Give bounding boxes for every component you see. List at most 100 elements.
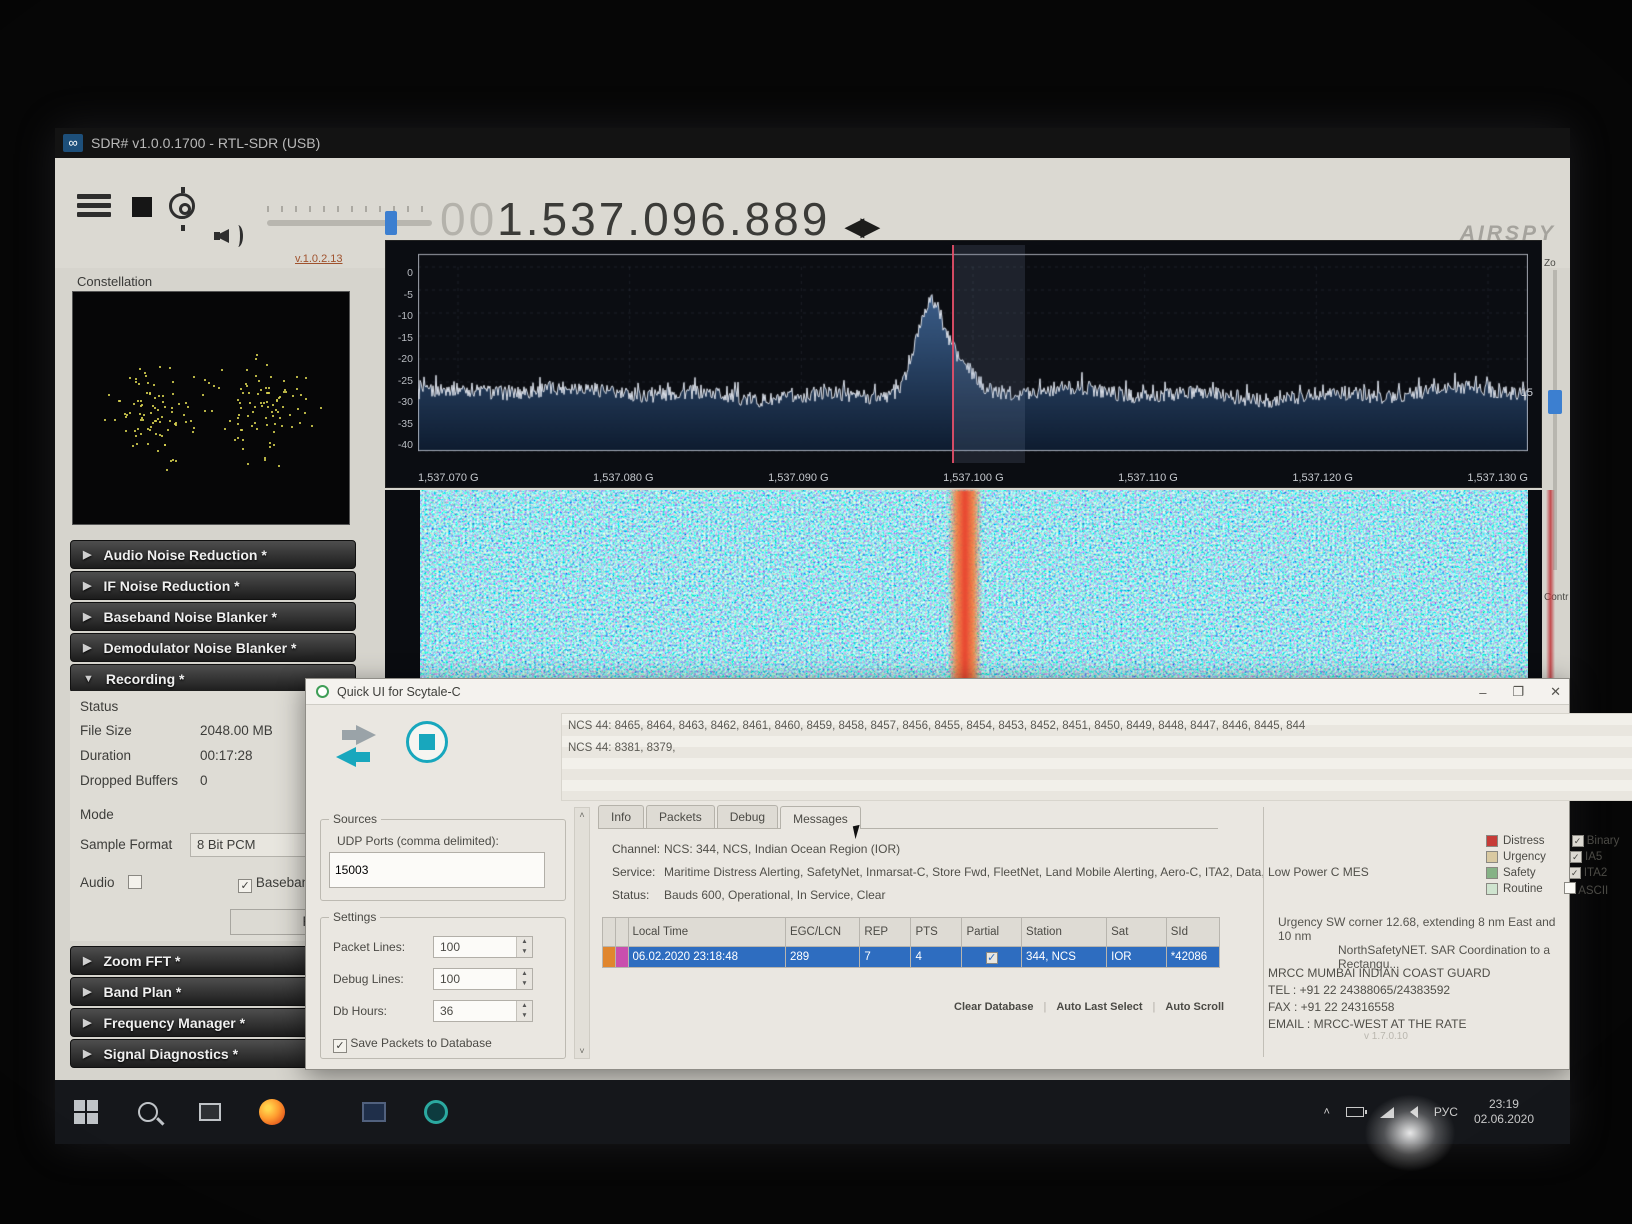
monitor-photo: ∞ SDR# v1.0.0.1700 - RTL-SDR (USB) ❐ 001… [0,0,1632,1224]
cell-pts: 4 [911,947,962,968]
scroll-up-icon[interactable]: ˄ [575,810,589,820]
plugin-version-link[interactable]: v.1.0.2.13 [295,253,343,265]
settings-group: Settings Packet Lines: 100▲▼ Debug Lines… [320,917,566,1059]
sources-group-label: Sources [329,812,381,826]
network-icon[interactable] [1380,1107,1394,1118]
swap-arrows-icon[interactable] [334,723,378,769]
zoom-slider-thumb[interactable] [1548,390,1562,414]
clear-database-button[interactable]: Clear Database [954,1001,1034,1013]
tab-messages[interactable]: Messages [780,806,861,829]
scrollbar[interactable]: ˄ ˅ [574,807,590,1059]
tuning-cursor[interactable] [952,245,954,463]
col-partial[interactable]: Partial [962,918,1022,947]
panel-baseband-noise-blanker[interactable]: ▶Baseband Noise Blanker * [70,602,356,631]
menu-icon[interactable] [77,190,111,224]
taskbar: ˄ РУС 23:19 02.06.2020 [55,1080,1570,1144]
col-local-time[interactable]: Local Time [628,918,785,947]
start-button[interactable] [55,1080,117,1144]
mode-label: Mode [80,807,114,822]
gear-icon[interactable] [169,193,195,219]
col-egc-lcn[interactable]: EGC/LCN [785,918,859,947]
taskbar-firefox[interactable] [241,1080,303,1144]
screen: ∞ SDR# v1.0.0.1700 - RTL-SDR (USB) ❐ 001… [55,128,1570,1144]
sample-format-label: Sample Format [80,837,172,852]
col-rep[interactable]: REP [860,918,911,947]
routine-label: Routine [1503,883,1543,895]
taskbar-window-app[interactable] [343,1080,405,1144]
volume-slider-thumb[interactable] [385,211,397,235]
panel-label: Frequency Manager * [103,1015,245,1031]
baseband-checkbox[interactable]: ✓ [238,879,252,893]
tab-info[interactable]: Info [598,805,644,828]
freq-tick: 1,537.080 G [593,472,654,484]
col-station[interactable]: Station [1022,918,1107,947]
ncs-line: NCS 44: 8465, 8464, 8463, 8462, 8461, 84… [568,716,1632,738]
save-packets-row: ✓ Save Packets to Database [333,1036,492,1053]
message-headline-line1: Urgency SW corner 12.68, extending 8 nm … [1278,915,1566,943]
scytale-maximize-button[interactable]: ❐ [1512,684,1524,700]
auto-last-select-button[interactable]: Auto Last Select [1056,1001,1142,1013]
speaker-icon[interactable] [1410,1106,1418,1118]
db-hours-label: Db Hours: [333,1004,387,1018]
language-indicator[interactable]: РУС [1434,1105,1458,1119]
auto-scroll-button[interactable]: Auto Scroll [1165,1001,1224,1013]
taskbar-search-button[interactable] [117,1080,179,1144]
panel-if-noise-reduction[interactable]: ▶IF Noise Reduction * [70,571,356,600]
debug-lines-spinner[interactable]: 100▲▼ [433,968,533,990]
ascii-checkbox[interactable] [1564,882,1576,894]
col-sat[interactable]: Sat [1107,918,1167,947]
db-tick: -40 [398,439,413,451]
task-view-button[interactable] [179,1080,241,1144]
tab-debug[interactable]: Debug [717,805,778,828]
panel-audio-noise-reduction[interactable]: ▶Audio Noise Reduction * [70,540,356,569]
ia5-checkbox[interactable]: ✓ [1570,851,1582,863]
dropped-buffers-label: Dropped Buffers [80,773,178,788]
audio-checkbox[interactable] [128,875,142,889]
table-row[interactable]: 06.02.2020 23:18:48 289 7 4 ✓ 344, NCS I… [603,947,1220,968]
udp-ports-label: UDP Ports (comma delimited): [337,834,499,848]
partial-checkbox: ✓ [986,952,998,964]
ita2-checkbox[interactable]: ✓ [1569,867,1581,879]
tray-chevron-icon[interactable]: ˄ [1323,1106,1329,1118]
panel-label: Audio Noise Reduction * [103,547,266,563]
constellation-label: Constellation [77,274,152,289]
battery-icon[interactable] [1346,1107,1364,1117]
mouse-cursor [853,824,867,839]
scytale-minimize-button[interactable]: – [1479,685,1486,700]
tuning-bandwidth-band[interactable] [953,245,1025,463]
save-packets-checkbox[interactable]: ✓ [333,1039,347,1053]
packet-lines-spinner[interactable]: 100▲▼ [433,936,533,958]
stop-capture-icon[interactable] [406,721,448,763]
collapsed-arrow-icon: ▶ [83,1016,91,1029]
binary-checkbox[interactable]: ✓ [1572,835,1584,847]
urgency-label: Urgency [1503,851,1546,863]
col-sid[interactable]: SId [1166,918,1219,947]
panel-demodulator-noise-blanker[interactable]: ▶Demodulator Noise Blanker * [70,633,356,662]
stop-button[interactable] [125,190,159,224]
ncs-frequency-list[interactable]: NCS 44: 8465, 8464, 8463, 8462, 8461, 84… [561,713,1632,801]
frequency-display[interactable]: 001.537.096.889◀▶ [440,192,876,246]
db-hours-spinner[interactable]: 36▲▼ [433,1000,533,1022]
scytale-close-button[interactable]: ✕ [1550,684,1561,700]
volume-slider[interactable] [267,220,432,226]
tab-packets[interactable]: Packets [646,805,715,828]
message-body[interactable]: MRCC MUMBAI INDIAN COAST GUARD TEL : +91… [1268,965,1568,1033]
spectrum-display[interactable]: 0 -5 -10 -15 -20 -25 -30 -35 -40 15 1,53… [385,240,1542,488]
panel-label: Zoom FFT * [103,953,180,969]
col-pts[interactable]: PTS [911,918,962,947]
udp-ports-input[interactable] [329,852,545,888]
frequency-tune-arrows[interactable]: ◀▶ [844,211,876,241]
spinner-arrows[interactable]: ▲▼ [516,937,532,957]
taskbar-clock[interactable]: 23:19 02.06.2020 [1474,1097,1534,1127]
volume-icon[interactable] [213,219,247,253]
taskbar-scytale-app[interactable] [405,1080,467,1144]
scroll-down-icon[interactable]: ˅ [575,1046,589,1056]
scytale-titlebar: Quick UI for Scytale-C – ❐ ✕ [306,679,1569,705]
spinner-arrows[interactable]: ▲▼ [516,1001,532,1021]
collapsed-arrow-icon: ▶ [83,1047,91,1060]
db-tick: -15 [398,332,413,344]
freq-tick: 1,537.100 G [943,472,1004,484]
spinner-arrows[interactable]: ▲▼ [516,969,532,989]
save-packets-label: Save Packets to Database [350,1036,491,1050]
clock-date: 02.06.2020 [1474,1112,1534,1126]
